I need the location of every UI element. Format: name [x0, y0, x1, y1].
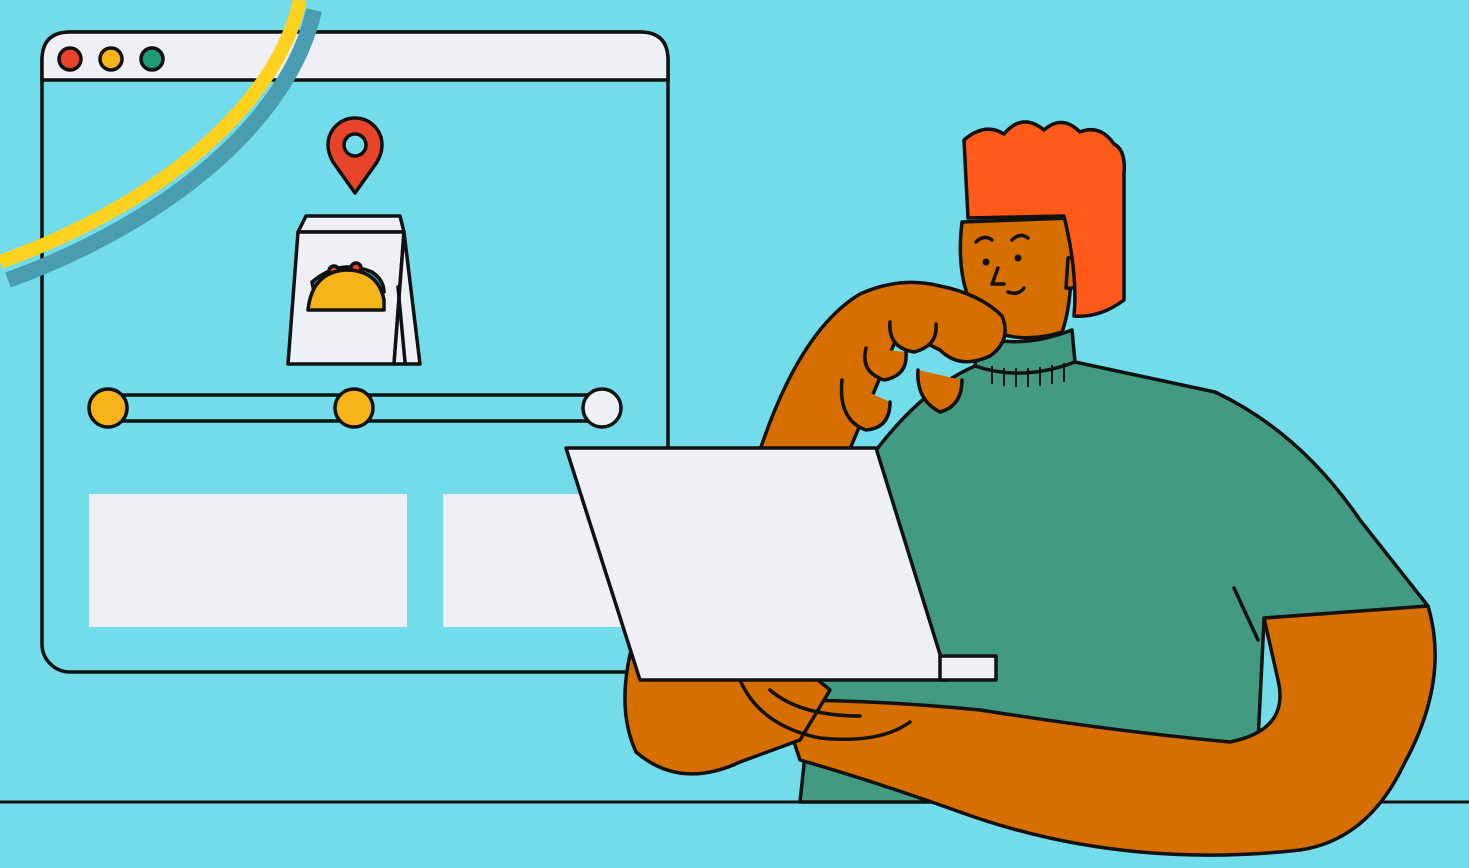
- close-dot-icon[interactable]: [57, 46, 83, 72]
- progress-step-1: [87, 387, 129, 429]
- takeout-bag-icon: [286, 214, 422, 366]
- illustration-scene: [0, 0, 1469, 868]
- order-progress-bar: [87, 387, 623, 429]
- content-card-1[interactable]: [89, 494, 407, 627]
- progress-step-3: [581, 387, 623, 429]
- laptop-base: [938, 654, 998, 682]
- maximize-dot-icon[interactable]: [139, 46, 165, 72]
- browser-title-bar: [40, 30, 670, 82]
- window-controls: [57, 46, 165, 72]
- minimize-dot-icon[interactable]: [98, 46, 124, 72]
- progress-step-2: [333, 387, 375, 429]
- browser-window: [40, 30, 670, 674]
